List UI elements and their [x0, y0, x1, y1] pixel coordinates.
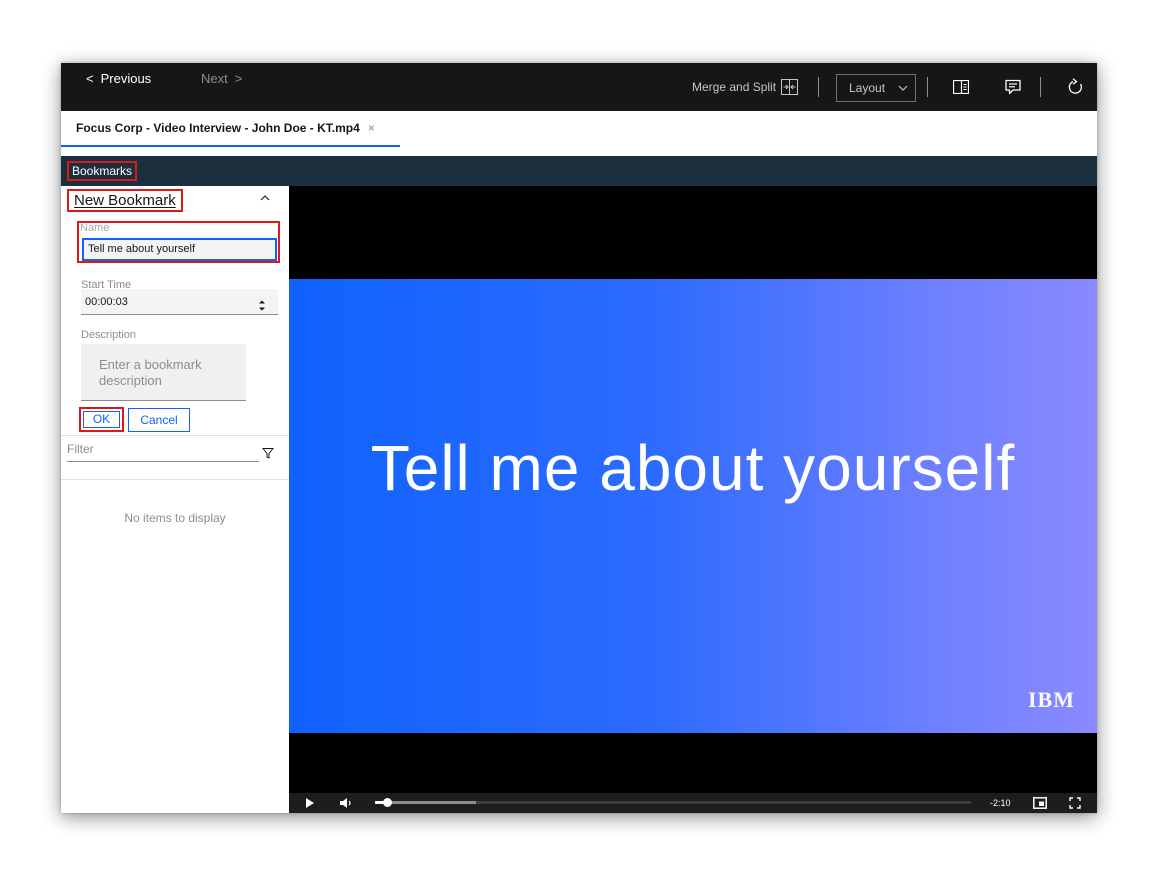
comment-icon[interactable] [1005, 79, 1021, 95]
previous-label: Previous [100, 71, 152, 86]
ok-button[interactable]: OK [79, 407, 124, 432]
tab-label: Focus Corp - Video Interview - John Doe … [76, 121, 360, 135]
volume-icon[interactable] [339, 797, 353, 809]
name-input[interactable]: Tell me about yourself [82, 238, 277, 261]
divider [61, 479, 289, 480]
progress-knob[interactable] [382, 798, 392, 807]
video-player[interactable]: Tell me about yourself IBM -2:10 [289, 186, 1097, 813]
previous-button[interactable]: < Previous [86, 71, 151, 86]
tab-video-file[interactable]: Focus Corp - Video Interview - John Doe … [61, 111, 400, 147]
tab-bar: Focus Corp - Video Interview - John Doe … [61, 111, 1097, 156]
video-controls: -2:10 [289, 793, 1097, 813]
chevron-up-icon[interactable] [259, 192, 271, 204]
video-caption: Tell me about yourself [370, 432, 1016, 504]
top-toolbar: < Previous Next > Merge and Split Layout [61, 63, 1097, 111]
new-bookmark-title[interactable]: New Bookmark [67, 189, 183, 212]
divider [61, 435, 289, 436]
picture-in-picture-icon[interactable] [1033, 797, 1047, 809]
bookmarks-header: Bookmarks [61, 156, 1097, 186]
app-window: < Previous Next > Merge and Split Layout [61, 63, 1097, 813]
chevron-down-icon [898, 85, 908, 91]
toolbar-divider [818, 77, 819, 97]
play-icon[interactable] [305, 797, 315, 809]
merge-label: Merge and Split [692, 80, 777, 94]
description-label: Description [81, 329, 137, 341]
toolbar-divider [927, 77, 928, 97]
name-label: Name [80, 222, 110, 234]
progress-bar[interactable] [375, 798, 971, 807]
empty-list-message: No items to display [124, 511, 226, 525]
next-button[interactable]: Next > [201, 71, 242, 86]
time-remaining: -2:10 [990, 798, 1011, 808]
fullscreen-icon[interactable] [1069, 797, 1081, 809]
cancel-button[interactable]: Cancel [128, 408, 190, 432]
filter-input[interactable]: Filter [67, 441, 259, 462]
description-textarea[interactable]: Enter a bookmark description [81, 344, 246, 401]
chevron-right-icon: > [234, 71, 243, 86]
bookmarks-panel: New Bookmark Name Tell me about yourself… [61, 186, 289, 813]
next-label: Next [201, 71, 228, 86]
side-panel-icon[interactable] [953, 80, 969, 94]
time-stepper-icon[interactable] [257, 298, 267, 312]
chevron-left-icon: < [86, 71, 94, 86]
filter-icon[interactable] [262, 447, 274, 459]
video-frame: Tell me about yourself IBM [289, 279, 1097, 733]
bookmarks-tab[interactable]: Bookmarks [67, 161, 138, 181]
layout-dropdown[interactable]: Layout [836, 74, 916, 102]
merge-split-icon [781, 79, 799, 95]
ibm-logo: IBM [1028, 687, 1075, 712]
toolbar-divider [1040, 77, 1041, 97]
close-icon[interactable]: × [368, 121, 375, 135]
start-time-input[interactable]: 00:00:03 [81, 289, 278, 315]
ok-label: OK [83, 411, 120, 428]
refresh-icon[interactable] [1068, 78, 1084, 96]
layout-label: Layout [849, 81, 886, 95]
merge-and-split-button[interactable]: Merge and Split [692, 79, 799, 95]
